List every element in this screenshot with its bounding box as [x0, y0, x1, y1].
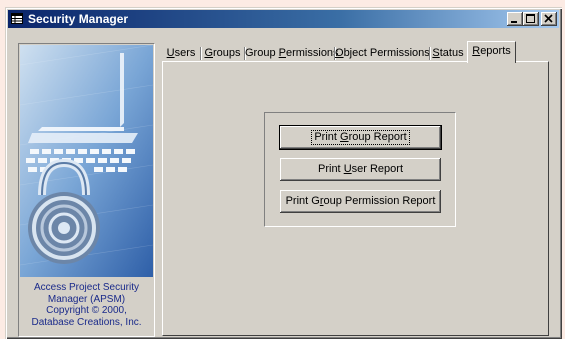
security-manager-window: Security Manager Access Project Security…: [5, 7, 562, 339]
window-title: Security Manager: [28, 12, 129, 26]
credit-line: Copyright © 2000,: [46, 305, 127, 316]
tab-users[interactable]: Users: [162, 45, 200, 61]
print-group-report-button[interactable]: Print Group Report: [280, 126, 441, 149]
maximize-icon: [526, 14, 535, 23]
maximize-button[interactable]: [523, 12, 539, 26]
reports-button-group: Print Group Report Print User Report Pri…: [264, 112, 456, 227]
tab-reports[interactable]: Reports: [467, 41, 516, 63]
copyright-credit: Access Project Security Manager (APSM) C…: [19, 282, 154, 328]
credit-line: Access Project Security: [33, 282, 140, 293]
print-group-permission-report-button[interactable]: Print Group Permission Report: [280, 190, 441, 213]
credit-line: Manager (APSM): [47, 293, 126, 305]
print-user-report-button[interactable]: Print User Report: [280, 158, 441, 181]
close-icon: [544, 14, 553, 23]
tab-object-permissions[interactable]: Object Permissions: [335, 45, 430, 61]
credit-line: Database Creations, Inc.: [31, 316, 142, 328]
form-body: Access Project Security Manager (APSM) C…: [9, 32, 557, 337]
table-icon[interactable]: [11, 13, 23, 24]
close-button[interactable]: [541, 12, 557, 26]
sidebar-panel: Access Project Security Manager (APSM) C…: [18, 43, 155, 337]
tab-status[interactable]: Status: [430, 45, 466, 61]
laptop-padlock-logo: [20, 45, 153, 277]
minimize-icon: [511, 21, 517, 23]
tab-groups[interactable]: Groups: [201, 45, 244, 61]
title-bar[interactable]: Security Manager: [8, 10, 559, 28]
minimize-button[interactable]: [507, 12, 523, 26]
tab-group-permissions[interactable]: Group Permissions: [245, 45, 339, 61]
